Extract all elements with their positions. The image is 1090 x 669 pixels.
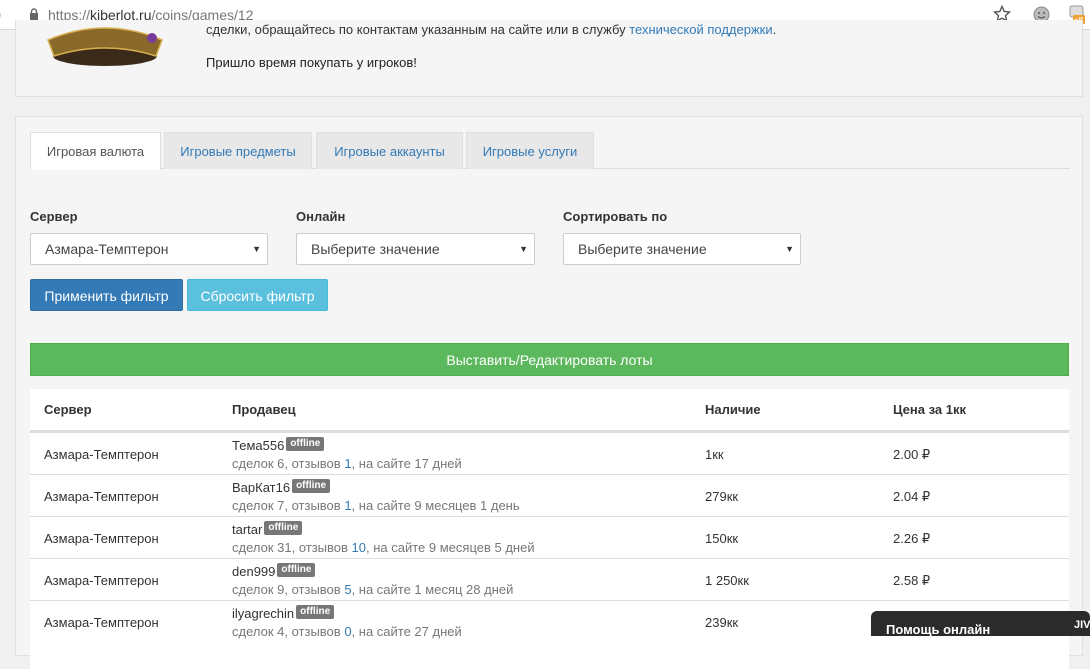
status-badge: offline bbox=[292, 479, 331, 493]
server-filter-label: Сервер bbox=[30, 209, 78, 224]
tab-game-accounts[interactable]: Игровые аккаунты bbox=[316, 132, 463, 169]
table-row[interactable]: Азмара-Темптерон den999 offline сделок 9,… bbox=[30, 558, 1069, 600]
price-cell: 2.00 ₽ bbox=[893, 447, 931, 462]
seller-stats: сделок 4, отзывов 0, на сайте 27 дней bbox=[232, 624, 462, 639]
seller-name[interactable]: den999 bbox=[232, 564, 275, 579]
stock-cell: 239кк bbox=[705, 615, 739, 630]
sort-select[interactable]: Выберите значение ▼ bbox=[563, 233, 801, 265]
reviews-link[interactable]: 10 bbox=[352, 540, 366, 555]
game-info-panel: сделки, обращайтесь по контактам указанн… bbox=[15, 20, 1083, 97]
online-select-value: Выберите значение bbox=[311, 241, 440, 257]
notice-end: . bbox=[772, 22, 777, 37]
status-badge: offline bbox=[277, 563, 316, 577]
seller-cell: Тема556 offline сделок 6, отзывов 1, на с… bbox=[232, 437, 462, 471]
game-logo bbox=[47, 27, 163, 66]
deals-text: сделок 7, отзывов bbox=[232, 498, 345, 513]
reload-icon[interactable] bbox=[0, 5, 6, 25]
seller-cell: den999 offline сделок 9, отзывов 5, на са… bbox=[232, 563, 513, 597]
col-seller-header: Продавец bbox=[232, 402, 296, 417]
seller-stats: сделок 7, отзывов 1, на сайте 9 месяцев … bbox=[232, 498, 520, 513]
reviews-link[interactable]: 5 bbox=[344, 582, 351, 597]
seller-name[interactable]: Тема556 bbox=[232, 438, 284, 453]
reviews-link[interactable]: 1 bbox=[344, 456, 351, 471]
tab-game-items[interactable]: Игровые предметы bbox=[164, 132, 312, 169]
seller-cell: tartar offline сделок 31, отзывов 10, на … bbox=[232, 521, 535, 555]
help-label: Помощь онлайн bbox=[886, 622, 991, 637]
price-cell: 2.04 ₽ bbox=[893, 489, 931, 504]
seller-stats: сделок 6, отзывов 1, на сайте 17 дней bbox=[232, 456, 462, 471]
server-cell: Азмара-Темптерон bbox=[44, 447, 159, 462]
stock-cell: 1 250кк bbox=[705, 573, 749, 588]
online-help-widget[interactable]: Помощь онлайн JIVO bbox=[871, 611, 1090, 637]
deals-text: сделок 6, отзывов bbox=[232, 456, 345, 471]
server-select-value: Азмара-Темптерон bbox=[45, 241, 169, 257]
seller-name[interactable]: ilyagrechin bbox=[232, 606, 294, 621]
table-row[interactable]: Азмара-Темптерон Тема556 offline сделок 6… bbox=[30, 432, 1069, 474]
apply-filter-button[interactable]: Применить фильтр bbox=[30, 279, 183, 311]
coins-panel: Игровая валюта Игровые предметы Игровые … bbox=[15, 116, 1083, 669]
chevron-down-icon: ▼ bbox=[519, 244, 528, 254]
reviews-link[interactable]: 0 bbox=[344, 624, 351, 639]
sort-filter-label: Сортировать по bbox=[563, 209, 668, 224]
status-badge: offline bbox=[296, 605, 335, 619]
status-badge: offline bbox=[264, 521, 303, 535]
since-text: , на сайте 17 дней bbox=[351, 456, 462, 471]
jivo-logo: JIVO bbox=[1074, 619, 1090, 631]
server-cell: Азмара-Темптерон bbox=[44, 573, 159, 588]
online-select[interactable]: Выберите значение ▼ bbox=[296, 233, 535, 265]
col-price-header: Цена за 1кк bbox=[893, 402, 966, 417]
server-cell: Азмара-Темптерон bbox=[44, 531, 159, 546]
stock-cell: 150кк bbox=[705, 531, 739, 546]
server-cell: Азмара-Темптерон bbox=[44, 615, 159, 630]
chevron-down-icon: ▼ bbox=[785, 244, 794, 254]
online-filter-label: Онлайн bbox=[296, 209, 346, 224]
notice-text: сделки, обращайтесь по контактам указанн… bbox=[206, 22, 776, 37]
seller-cell: ВарКат16 offline сделок 7, отзывов 1, на … bbox=[232, 479, 520, 513]
edit-lots-button[interactable]: Выставить/Редактировать лоты bbox=[30, 343, 1069, 376]
chevron-down-icon: ▼ bbox=[252, 244, 261, 254]
promo-text: Пришло время покупать у игроков! bbox=[206, 55, 417, 70]
since-text: , на сайте 9 месяцев 5 дней bbox=[366, 540, 535, 555]
sort-select-value: Выберите значение bbox=[578, 241, 707, 257]
reviews-link[interactable]: 1 bbox=[344, 498, 351, 513]
seller-stats: сделок 31, отзывов 10, на сайте 9 месяце… bbox=[232, 540, 535, 555]
category-tabs: Игровая валюта Игровые предметы Игровые … bbox=[30, 132, 1070, 170]
server-select[interactable]: Азмара-Темптерон ▼ bbox=[30, 233, 268, 265]
since-text: , на сайте 9 месяцев 1 день bbox=[351, 498, 520, 513]
col-server-header: Сервер bbox=[44, 402, 92, 417]
seller-stats: сделок 9, отзывов 5, на сайте 1 месяц 28… bbox=[232, 582, 513, 597]
price-cell: 2.26 ₽ bbox=[893, 531, 931, 546]
status-badge: offline bbox=[286, 437, 325, 451]
deals-text: сделок 31, отзывов bbox=[232, 540, 352, 555]
seller-name[interactable]: ВарКат16 bbox=[232, 480, 290, 495]
support-link[interactable]: технической поддержки bbox=[629, 22, 772, 37]
server-cell: Азмара-Темптерон bbox=[44, 489, 159, 504]
deals-text: сделок 9, отзывов bbox=[232, 582, 345, 597]
table-row[interactable]: Азмара-Темптерон ВарКат16 offline сделок … bbox=[30, 474, 1069, 516]
stock-cell: 1кк bbox=[705, 447, 724, 462]
tab-game-currency[interactable]: Игровая валюта bbox=[30, 132, 161, 170]
seller-name[interactable]: tartar bbox=[232, 522, 262, 537]
deals-text: сделок 4, отзывов bbox=[232, 624, 345, 639]
stock-cell: 279кк bbox=[705, 489, 739, 504]
table-row[interactable]: Азмара-Темптерон tartar offline сделок 31… bbox=[30, 516, 1069, 558]
tab-game-services[interactable]: Игровые услуги bbox=[466, 132, 594, 169]
notice-body: сделки, обращайтесь по контактам указанн… bbox=[206, 22, 630, 37]
reset-filter-button[interactable]: Сбросить фильтр bbox=[187, 279, 328, 311]
seller-cell: ilyagrechin offline сделок 4, отзывов 0, … bbox=[232, 605, 462, 639]
col-stock-header: Наличие bbox=[705, 402, 761, 417]
since-text: , на сайте 27 дней bbox=[351, 624, 462, 639]
price-cell: 2.58 ₽ bbox=[893, 573, 931, 588]
since-text: , на сайте 1 месяц 28 дней bbox=[351, 582, 514, 597]
